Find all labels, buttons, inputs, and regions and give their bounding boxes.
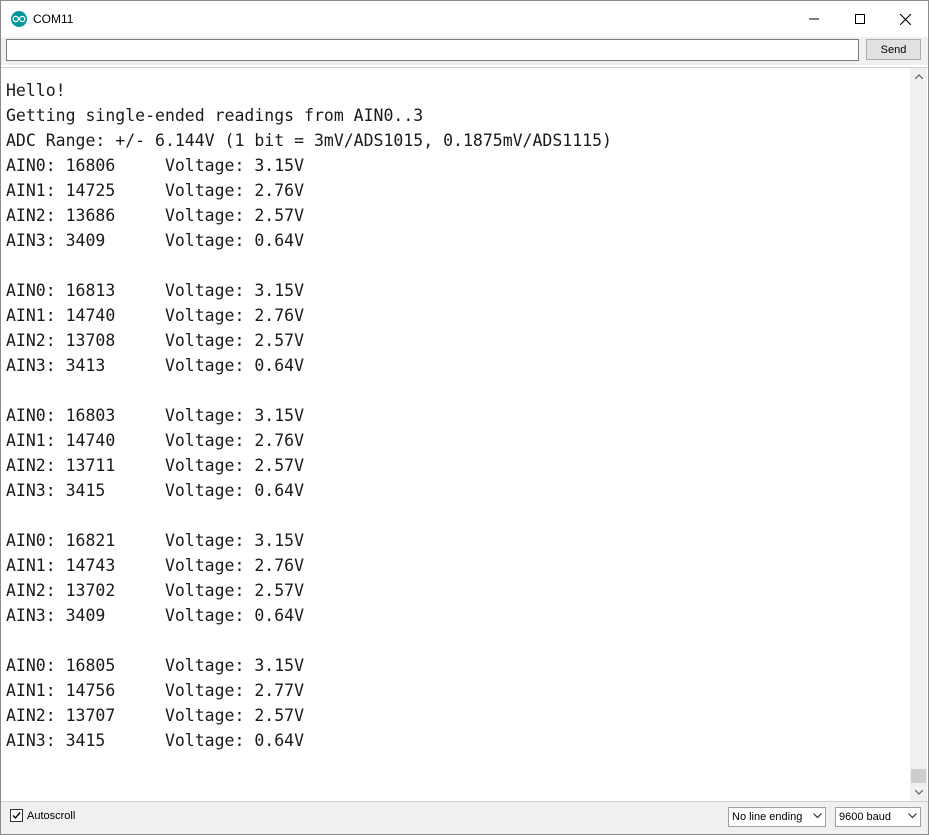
scroll-up-button[interactable] — [910, 68, 927, 85]
serial-line: AIN0: 16805 Voltage: 3.15V — [6, 656, 305, 675]
serial-line: AIN1: 14740 Voltage: 2.76V — [6, 306, 305, 325]
chevron-down-icon — [908, 813, 917, 819]
baud-rate-value: 9600 baud — [839, 811, 891, 823]
autoscroll-label: Autoscroll — [27, 809, 76, 822]
scroll-thumb[interactable] — [911, 769, 926, 783]
serial-output-text: Hello! Getting single-ended readings fro… — [6, 78, 906, 753]
serial-line: AIN0: 16821 Voltage: 3.15V — [6, 531, 305, 550]
maximize-icon — [855, 14, 865, 24]
serial-line: Hello! — [6, 81, 66, 100]
serial-line: ADC Range: +/- 6.144V (1 bit = 3mV/ADS10… — [6, 131, 612, 150]
serial-line: AIN3: 3409 Voltage: 0.64V — [6, 231, 305, 250]
serial-line: AIN1: 14740 Voltage: 2.76V — [6, 431, 305, 450]
baud-rate-select[interactable]: 9600 baud — [835, 807, 921, 827]
serial-line: AIN2: 13711 Voltage: 2.57V — [6, 456, 305, 475]
scroll-down-button[interactable] — [910, 784, 927, 801]
serial-line: AIN0: 16806 Voltage: 3.15V — [6, 156, 305, 175]
chevron-down-icon — [813, 813, 822, 819]
serial-line: AIN3: 3415 Voltage: 0.64V — [6, 731, 305, 750]
serial-line: AIN3: 3409 Voltage: 0.64V — [6, 606, 305, 625]
serial-line: AIN3: 3415 Voltage: 0.64V — [6, 481, 305, 500]
autoscroll-toggle[interactable]: Autoscroll — [10, 809, 75, 822]
minimize-icon — [809, 18, 819, 20]
serial-monitor-window: COM11 Send Hello! Getting single-ended r… — [0, 0, 929, 835]
serial-line: AIN2: 13707 Voltage: 2.57V — [6, 706, 305, 725]
serial-line: AIN1: 14743 Voltage: 2.76V — [6, 556, 305, 575]
serial-line: AIN3: 3413 Voltage: 0.64V — [6, 356, 305, 375]
serial-line: AIN2: 13702 Voltage: 2.57V — [6, 581, 305, 600]
serial-line: AIN1: 14756 Voltage: 2.77V — [6, 681, 305, 700]
maximize-button[interactable] — [837, 1, 883, 37]
line-ending-value: No line ending — [732, 811, 803, 823]
send-bar: Send — [1, 37, 928, 65]
serial-line: AIN2: 13708 Voltage: 2.57V — [6, 331, 305, 350]
serial-line: AIN1: 14725 Voltage: 2.76V — [6, 181, 305, 200]
autoscroll-checkbox[interactable] — [10, 809, 23, 822]
arduino-icon — [11, 11, 27, 27]
serial-output-area[interactable]: Hello! Getting single-ended readings fro… — [1, 67, 928, 802]
line-ending-select[interactable]: No line ending — [728, 807, 826, 827]
minimize-button[interactable] — [791, 1, 837, 37]
serial-input[interactable] — [6, 39, 859, 61]
chevron-up-icon — [914, 74, 923, 79]
serial-line: AIN2: 13686 Voltage: 2.57V — [6, 206, 305, 225]
close-button[interactable] — [882, 1, 928, 37]
window-title: COM11 — [33, 12, 74, 26]
serial-line: Getting single-ended readings from AIN0.… — [6, 106, 424, 125]
send-button[interactable]: Send — [866, 39, 921, 60]
chevron-down-icon — [914, 790, 923, 795]
vertical-scrollbar[interactable] — [910, 68, 927, 801]
serial-line: AIN0: 16803 Voltage: 3.15V — [6, 406, 305, 425]
title-bar[interactable]: COM11 — [1, 1, 928, 37]
status-bar: Autoscroll No line ending 9600 baud — [1, 802, 928, 834]
checkmark-icon — [12, 812, 21, 820]
serial-line: AIN0: 16813 Voltage: 3.15V — [6, 281, 305, 300]
close-icon — [899, 13, 911, 25]
